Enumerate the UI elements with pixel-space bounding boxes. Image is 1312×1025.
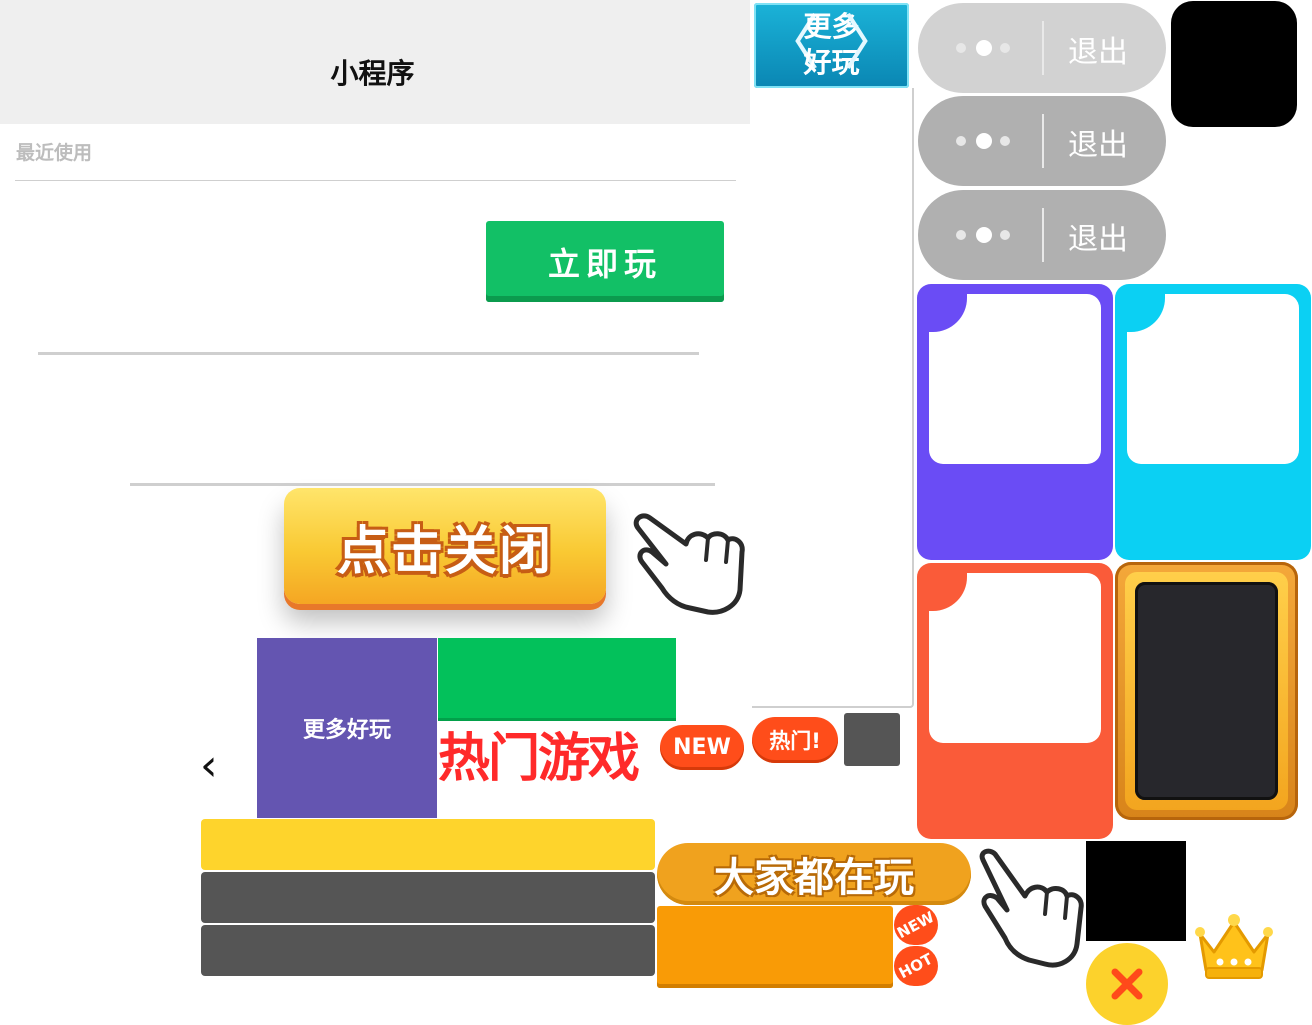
- capsule-divider: [1042, 208, 1044, 262]
- close-icon: [1111, 968, 1143, 1000]
- hot-games-title: 热门游戏: [438, 729, 640, 789]
- close-button[interactable]: [1086, 943, 1168, 1025]
- app-icon-placeholder[interactable]: [1171, 1, 1297, 127]
- chevron-left-icon[interactable]: ‹: [200, 740, 218, 791]
- gray-square[interactable]: [844, 713, 900, 766]
- chevron-right-icon: 〉: [843, 9, 903, 79]
- play-now-button[interactable]: 立即玩: [486, 221, 724, 302]
- yellow-bar[interactable]: [201, 819, 655, 870]
- dark-bar[interactable]: [201, 872, 655, 923]
- crown-icon: [1195, 914, 1273, 979]
- capsule-divider: [1042, 21, 1044, 75]
- click-close-button[interactable]: 点击关闭: [284, 488, 606, 604]
- frame-screen: [1135, 582, 1278, 800]
- divider: [38, 352, 699, 355]
- capsule-divider: [1042, 114, 1044, 168]
- game-card-purple[interactable]: [917, 284, 1113, 560]
- exit-button[interactable]: 退出: [1068, 27, 1128, 71]
- pointing-hand-icon: [979, 848, 1084, 968]
- green-block[interactable]: [438, 638, 676, 721]
- gold-frame-card[interactable]: [1115, 562, 1298, 820]
- side-panel: [752, 88, 914, 708]
- hot-badge: 热门!: [752, 717, 838, 763]
- game-card-orange[interactable]: [917, 563, 1113, 839]
- divider: [130, 483, 715, 486]
- capsule-menu[interactable]: 退出: [918, 190, 1166, 280]
- capsule-menu[interactable]: 退出: [918, 96, 1166, 186]
- more-dots-icon[interactable]: [956, 227, 1012, 243]
- everyone-playing-button[interactable]: 大家都在玩: [657, 843, 971, 905]
- new-badge: NEW: [660, 725, 744, 770]
- more-dots-icon[interactable]: [956, 40, 1012, 56]
- image-placeholder[interactable]: [1086, 841, 1186, 941]
- dark-bar[interactable]: [201, 925, 655, 976]
- new-tag: NEW: [894, 905, 938, 945]
- more-dots-icon[interactable]: [956, 133, 1012, 149]
- pointing-hand-icon: [633, 513, 745, 615]
- exit-button[interactable]: 退出: [1068, 214, 1128, 258]
- hot-tag: HOT: [894, 946, 938, 986]
- divider: [15, 180, 736, 181]
- capsule-menu[interactable]: 退出: [918, 3, 1166, 93]
- more-fun-banner[interactable]: 〈 更多 好玩 〉: [754, 3, 909, 88]
- more-fun-tile[interactable]: 更多好玩: [257, 638, 437, 818]
- orange-block[interactable]: [657, 906, 893, 988]
- page-title: 小程序: [330, 57, 415, 90]
- exit-button[interactable]: 退出: [1068, 120, 1128, 164]
- game-card-cyan[interactable]: [1115, 284, 1311, 560]
- recent-label: 最近使用: [16, 142, 93, 164]
